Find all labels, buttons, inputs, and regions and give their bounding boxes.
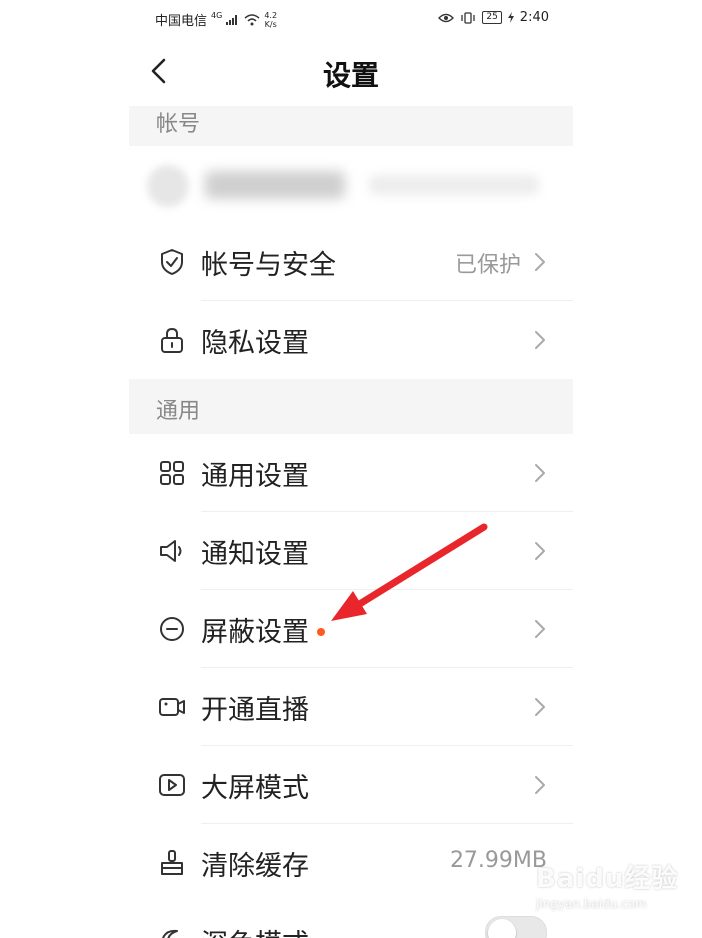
net-speed-value: 4.2 xyxy=(264,10,278,20)
section-header-account: 帐号 xyxy=(129,106,573,146)
shield-icon xyxy=(161,249,183,275)
row-label-general-settings: 通用设置 xyxy=(201,461,309,492)
minus-circle-icon xyxy=(160,617,184,641)
row-privacy[interactable]: 隐私设置 xyxy=(129,301,573,379)
watermark-logo: Baidu经验 xyxy=(536,864,679,894)
section-header-general: 通用 xyxy=(129,379,573,434)
charging-icon xyxy=(507,12,514,23)
section-title-general: 通用 xyxy=(156,399,201,424)
nav-bar: 设置 xyxy=(129,40,573,106)
lock-icon xyxy=(161,327,183,353)
clock: 2:40 xyxy=(519,10,549,25)
row-label-block-settings: 屏蔽设置 xyxy=(201,610,325,649)
chevron-right-icon xyxy=(535,253,545,271)
signal-icon xyxy=(226,14,240,25)
carrier-label: 中国电信 xyxy=(155,14,208,29)
status-bar: 中国电信 4G 4.2 K/s 25 2:40 xyxy=(129,0,573,38)
row-label-live: 开通直播 xyxy=(201,695,309,726)
row-account-security[interactable]: 帐号与安全 已保护 xyxy=(129,223,573,301)
account-id-blurred xyxy=(369,175,539,195)
chevron-right-icon xyxy=(535,331,545,349)
row-label-block-text: 屏蔽设置 xyxy=(201,617,309,648)
row-label-bigscreen: 大屏模式 xyxy=(201,773,309,804)
avatar xyxy=(147,165,189,207)
status-left: 中国电信 4G 4.2 K/s xyxy=(155,10,277,30)
row-dark-mode[interactable]: 深色模式 xyxy=(129,902,573,938)
row-value-cache-size: 27.99MB xyxy=(449,848,547,873)
row-value-account-security: 已保护 xyxy=(454,253,521,278)
page-title: 设置 xyxy=(322,59,379,92)
battery-indicator: 25 xyxy=(482,11,502,24)
chevron-right-icon xyxy=(535,620,545,638)
broom-icon xyxy=(161,850,183,875)
chevron-right-icon xyxy=(535,464,545,482)
row-clear-cache[interactable]: 清除缓存 27.99MB xyxy=(129,824,573,902)
phone-screen: 中国电信 4G 4.2 K/s 25 2:40 设置 帐号 帐号与安全 已保护 … xyxy=(129,0,573,938)
row-bigscreen[interactable]: 大屏模式 xyxy=(129,746,573,824)
wifi-icon xyxy=(244,13,260,26)
row-label-dark-mode: 深色模式 xyxy=(201,922,309,938)
row-label-clear-cache: 清除缓存 xyxy=(201,851,309,882)
new-badge-dot xyxy=(317,627,325,636)
row-live[interactable]: 开通直播 xyxy=(129,668,573,746)
toggle-knob xyxy=(488,919,516,938)
grid-icon xyxy=(160,461,184,485)
baidu-watermark: Baidu经验 jingyan.baidu.com xyxy=(536,858,686,928)
row-label-account-security: 帐号与安全 xyxy=(201,250,336,281)
moon-icon xyxy=(162,929,178,938)
row-label-notification: 通知设置 xyxy=(201,539,309,570)
section-title-account: 帐号 xyxy=(156,112,201,137)
net-speed: 4.2 K/s xyxy=(264,11,277,29)
video-camera-icon xyxy=(159,698,185,716)
vibrate-icon xyxy=(460,11,476,24)
chevron-right-icon xyxy=(535,776,545,794)
watermark-url: jingyan.baidu.com xyxy=(536,897,647,911)
speaker-icon xyxy=(160,540,182,562)
row-general-settings[interactable]: 通用设置 xyxy=(129,434,573,512)
chevron-right-icon xyxy=(535,698,545,716)
row-label-privacy: 隐私设置 xyxy=(201,328,309,359)
account-name-blurred xyxy=(205,171,345,199)
account-profile-row[interactable] xyxy=(129,145,573,223)
status-right: 25 2:40 xyxy=(438,10,549,25)
row-block-settings[interactable]: 屏蔽设置 xyxy=(129,590,573,668)
play-screen-icon xyxy=(159,774,185,796)
eye-icon xyxy=(438,13,455,23)
network-type: 4G xyxy=(211,11,223,20)
row-notification[interactable]: 通知设置 xyxy=(129,512,573,590)
net-speed-unit: K/s xyxy=(264,19,277,29)
chevron-right-icon xyxy=(535,542,545,560)
